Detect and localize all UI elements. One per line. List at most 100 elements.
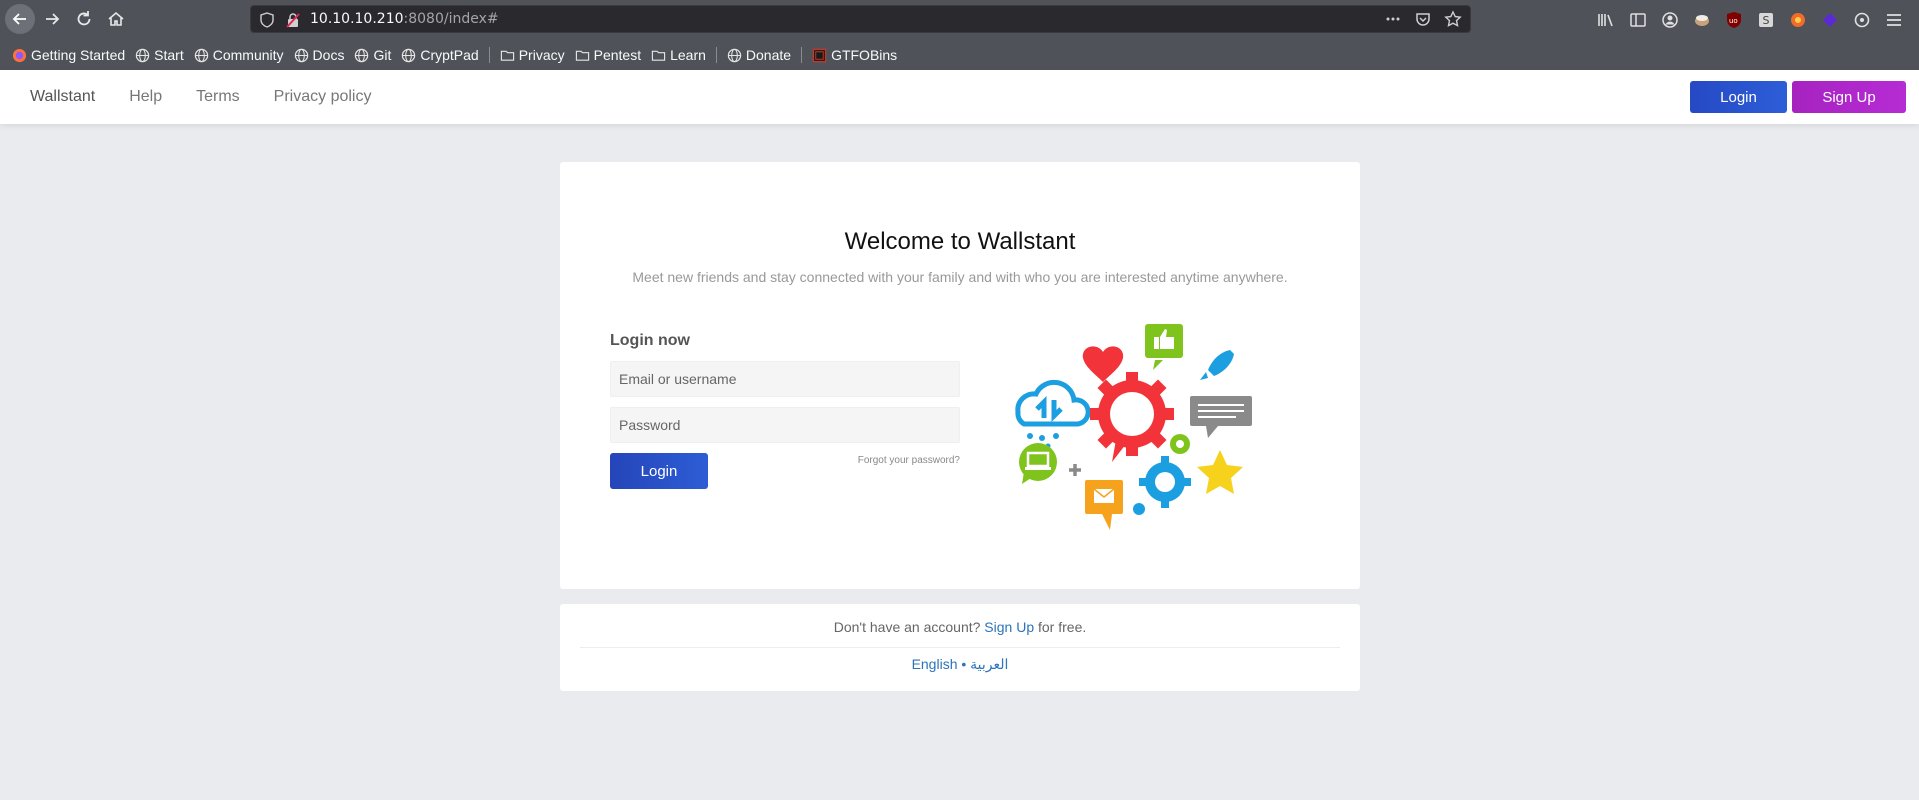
signup-prompt: Don't have an account? Sign Up for free. bbox=[560, 619, 1360, 635]
browser-toolbar: 10.10.10.210:8080/index# uo S bbox=[0, 0, 1919, 38]
navbar-links: Wallstant Help Terms Privacy policy bbox=[30, 70, 405, 124]
bookmark-label: Community bbox=[212, 47, 284, 63]
sidebar-icon[interactable] bbox=[1627, 9, 1648, 30]
email-username-input[interactable]: Email or username bbox=[610, 361, 960, 397]
forward-button[interactable] bbox=[37, 4, 67, 34]
site-navbar: Wallstant Help Terms Privacy policy Logi… bbox=[0, 70, 1919, 124]
s-extension-icon[interactable]: S bbox=[1755, 9, 1776, 30]
browser-chrome: 10.10.10.210:8080/index# uo S Getting St… bbox=[0, 0, 1919, 70]
page-tagline: Meet new friends and stay connected with… bbox=[632, 269, 1288, 285]
reload-button[interactable] bbox=[69, 4, 99, 34]
rocket-icon bbox=[1208, 350, 1234, 376]
bookmark-donate[interactable]: Donate bbox=[727, 47, 791, 63]
blue-gear-icon bbox=[1139, 456, 1191, 508]
address-bar[interactable]: 10.10.10.210:8080/index# bbox=[250, 5, 1471, 33]
foxy-extension-icon[interactable] bbox=[1787, 9, 1808, 30]
home-button[interactable] bbox=[101, 4, 131, 34]
bookmark-getting-started[interactable]: Getting Started bbox=[12, 47, 125, 63]
gtfobins-icon bbox=[812, 48, 827, 62]
social-illustration bbox=[1015, 324, 1252, 530]
password-input[interactable]: Password bbox=[610, 407, 960, 443]
bookmark-gtfobins[interactable]: GTFOBins bbox=[812, 47, 897, 63]
bookmark-folder-pentest[interactable]: Pentest bbox=[575, 47, 641, 63]
back-button[interactable] bbox=[5, 4, 35, 34]
cookie-extension-icon[interactable] bbox=[1691, 9, 1712, 30]
signup-card: Don't have an account? Sign Up for free.… bbox=[560, 604, 1360, 691]
bookmark-label: Docs bbox=[312, 47, 345, 63]
bookmark-separator bbox=[488, 47, 490, 63]
heart-icon bbox=[1082, 346, 1124, 382]
settings-extension-icon[interactable] bbox=[1851, 9, 1872, 30]
bookmark-start[interactable]: Start bbox=[135, 47, 184, 63]
footer-divider bbox=[580, 647, 1340, 648]
nav-login-button[interactable]: Login bbox=[1690, 81, 1787, 113]
globe-icon bbox=[402, 48, 416, 62]
ublock-icon[interactable]: uo bbox=[1723, 9, 1744, 30]
home-icon bbox=[108, 11, 124, 26]
login-heading: Login now bbox=[610, 332, 690, 349]
globe-icon bbox=[194, 48, 208, 62]
arrow-right-icon bbox=[46, 13, 60, 25]
bookmark-docs[interactable]: Docs bbox=[294, 47, 345, 63]
reload-icon bbox=[77, 11, 91, 26]
bookmark-label: Getting Started bbox=[31, 47, 126, 63]
folder-icon bbox=[500, 50, 514, 61]
nav-help-link[interactable]: Help bbox=[129, 88, 162, 106]
no-account-text: Don't have an account? bbox=[833, 619, 981, 635]
nav-privacy-link[interactable]: Privacy policy bbox=[274, 88, 372, 106]
url-host: 10.10.10.210 bbox=[310, 11, 404, 27]
svg-text:uo: uo bbox=[1729, 17, 1738, 25]
gear-icon bbox=[1090, 372, 1174, 462]
bookmark-label: Donate bbox=[745, 47, 792, 63]
bookmark-label: CryptPad bbox=[420, 47, 479, 63]
bookmark-folder-learn[interactable]: Learn bbox=[651, 47, 706, 63]
folder-icon bbox=[575, 50, 589, 61]
bookmark-community[interactable]: Community bbox=[194, 47, 284, 63]
bookmark-label: GTFOBins bbox=[831, 47, 898, 63]
bookmark-label: Git bbox=[373, 47, 392, 63]
login-button[interactable]: Login bbox=[610, 453, 708, 489]
lang-arabic-link[interactable]: العربية bbox=[970, 656, 1008, 672]
tiny-gear-icon bbox=[1133, 503, 1145, 515]
bookmark-label: Learn bbox=[670, 47, 706, 63]
account-icon[interactable] bbox=[1659, 9, 1680, 30]
nav-signup-button[interactable]: Sign Up bbox=[1792, 81, 1906, 113]
lang-english-link[interactable]: English bbox=[912, 656, 958, 672]
bookmark-git[interactable]: Git bbox=[354, 47, 391, 63]
language-switcher: English • العربية bbox=[560, 656, 1360, 673]
globe-icon bbox=[727, 48, 742, 62]
nav-brand-link[interactable]: Wallstant bbox=[30, 88, 95, 106]
bookmark-cryptpad[interactable]: CryptPad bbox=[401, 47, 479, 63]
forgot-password-link[interactable]: Forgot your password? bbox=[810, 455, 960, 466]
star-icon bbox=[1197, 450, 1243, 494]
bookmark-label: Privacy bbox=[518, 47, 565, 63]
pocket-icon[interactable] bbox=[1414, 10, 1432, 28]
library-icon[interactable] bbox=[1595, 9, 1616, 30]
nav-terms-link[interactable]: Terms bbox=[196, 88, 240, 106]
lang-separator: • bbox=[961, 656, 967, 672]
globe-icon bbox=[355, 48, 369, 62]
bookmark-separator bbox=[801, 47, 803, 63]
globe-icon bbox=[294, 48, 308, 62]
plus-icon bbox=[1069, 464, 1081, 476]
bookmark-label: Start bbox=[154, 47, 184, 63]
url-path: :8080/index# bbox=[403, 11, 499, 27]
shield-icon[interactable] bbox=[259, 12, 275, 28]
login-card: Welcome to Wallstant Meet new friends an… bbox=[560, 162, 1360, 589]
bookmark-separator bbox=[715, 47, 717, 63]
folder-icon bbox=[651, 50, 666, 61]
page-title: Welcome to Wallstant bbox=[844, 228, 1076, 255]
url-text[interactable]: 10.10.10.210:8080/index# bbox=[310, 11, 499, 27]
menu-icon[interactable] bbox=[1883, 9, 1904, 30]
globe-icon bbox=[135, 48, 150, 62]
bookmark-star-icon[interactable] bbox=[1444, 10, 1462, 28]
for-free-text: for free. bbox=[1038, 619, 1087, 635]
page-actions-icon[interactable] bbox=[1384, 10, 1402, 28]
bookmark-folder-privacy[interactable]: Privacy bbox=[500, 47, 565, 63]
firefox-icon bbox=[12, 48, 27, 62]
wappalyzer-icon[interactable] bbox=[1819, 9, 1840, 30]
insecure-lock-icon[interactable] bbox=[285, 12, 301, 28]
address-bar-actions bbox=[1384, 10, 1462, 28]
signup-link[interactable]: Sign Up bbox=[984, 619, 1034, 635]
svg-text:S: S bbox=[1762, 14, 1769, 27]
